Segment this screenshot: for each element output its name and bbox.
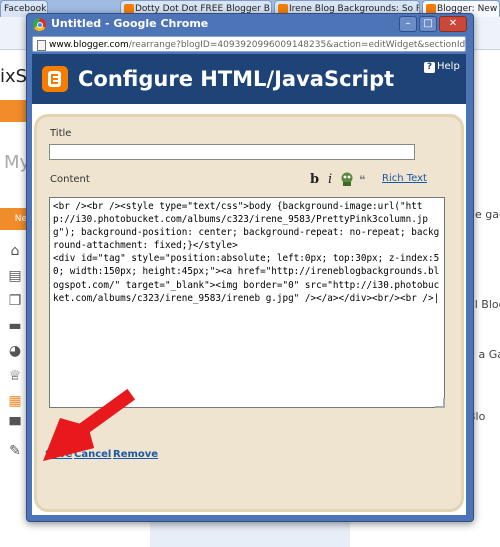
resize-handle[interactable] xyxy=(435,398,445,408)
earnings-trophy-icon[interactable]: ♕ xyxy=(7,368,23,384)
rich-text-link[interactable]: Rich Text xyxy=(382,173,427,184)
content-label: Content xyxy=(50,174,90,185)
popup-window: Untitled - Google Chrome – □ ✕ www.blogg… xyxy=(26,13,474,522)
close-button[interactable]: ✕ xyxy=(439,16,467,32)
bold-button[interactable]: b xyxy=(310,173,319,187)
window-titlebar[interactable]: Untitled - Google Chrome xyxy=(33,14,411,34)
blogger-logo-icon xyxy=(42,66,68,92)
maximize-button[interactable]: □ xyxy=(419,16,437,32)
quote-icon: ❝ xyxy=(359,173,366,187)
cancel-button[interactable]: Cancel xyxy=(74,449,111,460)
url-path: /rearrange?blogID=4093920996009148235&ac… xyxy=(128,40,466,50)
image-icon xyxy=(341,172,353,186)
remove-button[interactable]: Remove xyxy=(113,449,158,460)
italic-button[interactable]: i xyxy=(328,173,332,187)
address-bar[interactable]: www.blogger.com/rearrange?blogID=4093920… xyxy=(32,36,466,52)
page-title: Configure HTML/JavaScript xyxy=(78,67,395,91)
pages-icon[interactable]: ❐ xyxy=(7,293,23,309)
chrome-logo-icon xyxy=(33,18,46,31)
minimize-button[interactable]: – xyxy=(399,16,417,32)
home-icon[interactable]: ⌂ xyxy=(7,243,23,259)
quote-button[interactable]: ❝ xyxy=(359,173,365,187)
settings-wrench-icon[interactable]: ✎ xyxy=(7,443,23,459)
help-label: Help xyxy=(437,61,460,72)
posts-icon[interactable]: ▤ xyxy=(7,268,23,284)
layout-icon[interactable]: ▦ xyxy=(7,393,23,409)
widget-form-panel: Title Content b i ❝ Rich Text <br /><br … xyxy=(34,114,464,512)
window-title: Untitled - Google Chrome xyxy=(51,17,209,30)
comments-icon[interactable]: ▬ xyxy=(7,318,23,334)
help-icon: ? xyxy=(424,62,435,73)
url-domain: www.blogger.com xyxy=(49,40,129,50)
content-textarea[interactable]: <br /><br /><style type="text/css">body … xyxy=(49,197,445,408)
popup-page: Configure HTML/JavaScript ? Help Title Co… xyxy=(32,54,466,515)
image-button[interactable] xyxy=(340,172,354,191)
stats-icon[interactable]: ◕ xyxy=(7,343,23,359)
template-icon[interactable]: ▀ xyxy=(7,418,23,434)
dialog-header: Configure HTML/JavaScript ? Help xyxy=(32,54,466,104)
title-label: Title xyxy=(50,128,72,139)
save-button[interactable]: Save xyxy=(45,449,72,460)
page-icon xyxy=(37,40,46,51)
help-link[interactable]: ? Help xyxy=(424,60,460,74)
title-input[interactable] xyxy=(49,144,415,160)
